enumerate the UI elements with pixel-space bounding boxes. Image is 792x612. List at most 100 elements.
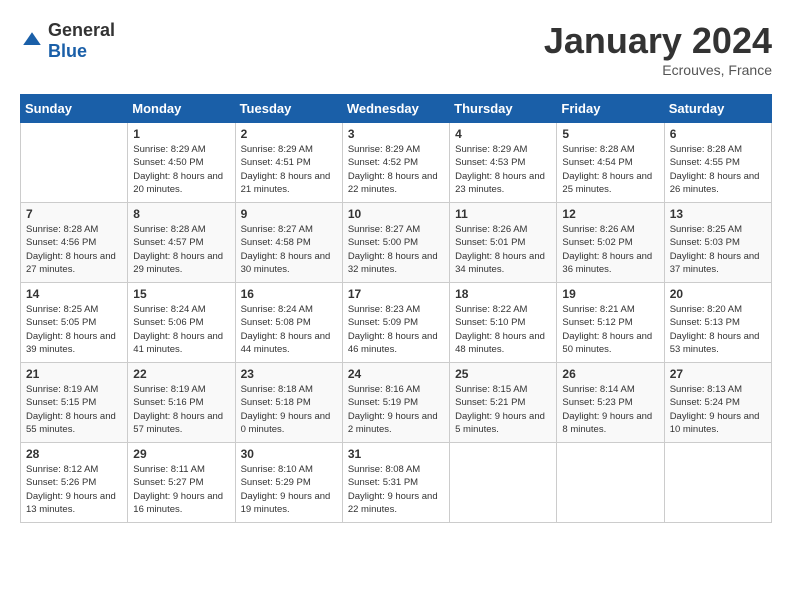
day-number: 12: [562, 207, 658, 221]
logo-icon: [20, 29, 44, 53]
day-number: 24: [348, 367, 444, 381]
calendar-cell: 31 Sunrise: 8:08 AMSunset: 5:31 PMDaylig…: [342, 443, 449, 523]
calendar-cell: 25 Sunrise: 8:15 AMSunset: 5:21 PMDaylig…: [450, 363, 557, 443]
day-header-wednesday: Wednesday: [342, 95, 449, 123]
calendar-cell: 7 Sunrise: 8:28 AMSunset: 4:56 PMDayligh…: [21, 203, 128, 283]
day-header-tuesday: Tuesday: [235, 95, 342, 123]
calendar-cell: 1 Sunrise: 8:29 AMSunset: 4:50 PMDayligh…: [128, 123, 235, 203]
day-number: 25: [455, 367, 551, 381]
calendar-cell: 17 Sunrise: 8:23 AMSunset: 5:09 PMDaylig…: [342, 283, 449, 363]
day-detail: Sunrise: 8:25 AMSunset: 5:03 PMDaylight:…: [670, 223, 766, 276]
day-detail: Sunrise: 8:15 AMSunset: 5:21 PMDaylight:…: [455, 383, 551, 436]
calendar-cell: 27 Sunrise: 8:13 AMSunset: 5:24 PMDaylig…: [664, 363, 771, 443]
day-number: 6: [670, 127, 766, 141]
day-number: 17: [348, 287, 444, 301]
calendar-cell: 22 Sunrise: 8:19 AMSunset: 5:16 PMDaylig…: [128, 363, 235, 443]
day-detail: Sunrise: 8:29 AMSunset: 4:53 PMDaylight:…: [455, 143, 551, 196]
day-number: 4: [455, 127, 551, 141]
day-detail: Sunrise: 8:12 AMSunset: 5:26 PMDaylight:…: [26, 463, 122, 516]
calendar-cell: 20 Sunrise: 8:20 AMSunset: 5:13 PMDaylig…: [664, 283, 771, 363]
location-text: Ecrouves, France: [544, 62, 772, 78]
day-number: 23: [241, 367, 337, 381]
day-detail: Sunrise: 8:24 AMSunset: 5:06 PMDaylight:…: [133, 303, 229, 356]
day-header-row: SundayMondayTuesdayWednesdayThursdayFrid…: [21, 95, 772, 123]
calendar-cell: 30 Sunrise: 8:10 AMSunset: 5:29 PMDaylig…: [235, 443, 342, 523]
day-number: 13: [670, 207, 766, 221]
month-title: January 2024: [544, 20, 772, 62]
day-number: 27: [670, 367, 766, 381]
calendar-cell: 15 Sunrise: 8:24 AMSunset: 5:06 PMDaylig…: [128, 283, 235, 363]
day-number: 7: [26, 207, 122, 221]
calendar-cell: 3 Sunrise: 8:29 AMSunset: 4:52 PMDayligh…: [342, 123, 449, 203]
day-detail: Sunrise: 8:29 AMSunset: 4:50 PMDaylight:…: [133, 143, 229, 196]
day-header-saturday: Saturday: [664, 95, 771, 123]
day-number: 3: [348, 127, 444, 141]
day-detail: Sunrise: 8:29 AMSunset: 4:52 PMDaylight:…: [348, 143, 444, 196]
calendar-cell: 26 Sunrise: 8:14 AMSunset: 5:23 PMDaylig…: [557, 363, 664, 443]
calendar-cell: 5 Sunrise: 8:28 AMSunset: 4:54 PMDayligh…: [557, 123, 664, 203]
day-detail: Sunrise: 8:23 AMSunset: 5:09 PMDaylight:…: [348, 303, 444, 356]
day-detail: Sunrise: 8:28 AMSunset: 4:57 PMDaylight:…: [133, 223, 229, 276]
day-number: 21: [26, 367, 122, 381]
day-header-monday: Monday: [128, 95, 235, 123]
calendar-cell: 11 Sunrise: 8:26 AMSunset: 5:01 PMDaylig…: [450, 203, 557, 283]
day-detail: Sunrise: 8:13 AMSunset: 5:24 PMDaylight:…: [670, 383, 766, 436]
day-detail: Sunrise: 8:19 AMSunset: 5:16 PMDaylight:…: [133, 383, 229, 436]
week-row-4: 28 Sunrise: 8:12 AMSunset: 5:26 PMDaylig…: [21, 443, 772, 523]
day-number: 1: [133, 127, 229, 141]
week-row-3: 21 Sunrise: 8:19 AMSunset: 5:15 PMDaylig…: [21, 363, 772, 443]
calendar-cell: 23 Sunrise: 8:18 AMSunset: 5:18 PMDaylig…: [235, 363, 342, 443]
day-number: 28: [26, 447, 122, 461]
calendar-cell: 8 Sunrise: 8:28 AMSunset: 4:57 PMDayligh…: [128, 203, 235, 283]
calendar-cell: 24 Sunrise: 8:16 AMSunset: 5:19 PMDaylig…: [342, 363, 449, 443]
day-number: 14: [26, 287, 122, 301]
calendar-cell: 2 Sunrise: 8:29 AMSunset: 4:51 PMDayligh…: [235, 123, 342, 203]
day-detail: Sunrise: 8:29 AMSunset: 4:51 PMDaylight:…: [241, 143, 337, 196]
day-number: 15: [133, 287, 229, 301]
calendar-cell: 9 Sunrise: 8:27 AMSunset: 4:58 PMDayligh…: [235, 203, 342, 283]
day-detail: Sunrise: 8:14 AMSunset: 5:23 PMDaylight:…: [562, 383, 658, 436]
day-number: 22: [133, 367, 229, 381]
day-number: 18: [455, 287, 551, 301]
day-detail: Sunrise: 8:26 AMSunset: 5:02 PMDaylight:…: [562, 223, 658, 276]
logo: General Blue: [20, 20, 115, 62]
calendar-cell: [21, 123, 128, 203]
calendar-cell: 19 Sunrise: 8:21 AMSunset: 5:12 PMDaylig…: [557, 283, 664, 363]
day-detail: Sunrise: 8:21 AMSunset: 5:12 PMDaylight:…: [562, 303, 658, 356]
day-detail: Sunrise: 8:28 AMSunset: 4:54 PMDaylight:…: [562, 143, 658, 196]
day-number: 9: [241, 207, 337, 221]
day-detail: Sunrise: 8:18 AMSunset: 5:18 PMDaylight:…: [241, 383, 337, 436]
day-number: 30: [241, 447, 337, 461]
week-row-0: 1 Sunrise: 8:29 AMSunset: 4:50 PMDayligh…: [21, 123, 772, 203]
calendar-cell: 12 Sunrise: 8:26 AMSunset: 5:02 PMDaylig…: [557, 203, 664, 283]
day-header-sunday: Sunday: [21, 95, 128, 123]
day-detail: Sunrise: 8:08 AMSunset: 5:31 PMDaylight:…: [348, 463, 444, 516]
day-detail: Sunrise: 8:11 AMSunset: 5:27 PMDaylight:…: [133, 463, 229, 516]
day-number: 26: [562, 367, 658, 381]
day-number: 10: [348, 207, 444, 221]
day-detail: Sunrise: 8:28 AMSunset: 4:56 PMDaylight:…: [26, 223, 122, 276]
title-block: January 2024 Ecrouves, France: [544, 20, 772, 78]
calendar-cell: 6 Sunrise: 8:28 AMSunset: 4:55 PMDayligh…: [664, 123, 771, 203]
day-detail: Sunrise: 8:24 AMSunset: 5:08 PMDaylight:…: [241, 303, 337, 356]
calendar-cell: 28 Sunrise: 8:12 AMSunset: 5:26 PMDaylig…: [21, 443, 128, 523]
day-detail: Sunrise: 8:16 AMSunset: 5:19 PMDaylight:…: [348, 383, 444, 436]
day-detail: Sunrise: 8:19 AMSunset: 5:15 PMDaylight:…: [26, 383, 122, 436]
day-detail: Sunrise: 8:27 AMSunset: 4:58 PMDaylight:…: [241, 223, 337, 276]
calendar-cell: [450, 443, 557, 523]
calendar-table: SundayMondayTuesdayWednesdayThursdayFrid…: [20, 94, 772, 523]
calendar-cell: 10 Sunrise: 8:27 AMSunset: 5:00 PMDaylig…: [342, 203, 449, 283]
day-number: 2: [241, 127, 337, 141]
day-detail: Sunrise: 8:25 AMSunset: 5:05 PMDaylight:…: [26, 303, 122, 356]
day-header-friday: Friday: [557, 95, 664, 123]
day-header-thursday: Thursday: [450, 95, 557, 123]
day-number: 29: [133, 447, 229, 461]
calendar-cell: [557, 443, 664, 523]
page-header: General Blue January 2024 Ecrouves, Fran…: [20, 20, 772, 78]
calendar-cell: 13 Sunrise: 8:25 AMSunset: 5:03 PMDaylig…: [664, 203, 771, 283]
week-row-2: 14 Sunrise: 8:25 AMSunset: 5:05 PMDaylig…: [21, 283, 772, 363]
day-number: 31: [348, 447, 444, 461]
calendar-cell: 18 Sunrise: 8:22 AMSunset: 5:10 PMDaylig…: [450, 283, 557, 363]
calendar-cell: [664, 443, 771, 523]
day-number: 11: [455, 207, 551, 221]
